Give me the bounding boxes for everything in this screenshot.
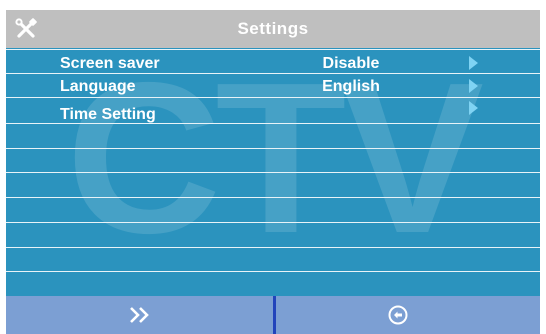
bottom-toolbar bbox=[6, 296, 540, 334]
settings-screen: CTV Settings Screen saver Disable Langua… bbox=[6, 10, 540, 334]
menu-item-screen-saver[interactable]: Screen saver Disable bbox=[6, 52, 540, 75]
page-title: Settings bbox=[237, 19, 309, 38]
row-divider bbox=[6, 148, 540, 149]
return-icon bbox=[388, 305, 408, 325]
row-divider bbox=[6, 172, 540, 173]
row-divider bbox=[6, 271, 540, 272]
back-button[interactable] bbox=[276, 296, 540, 334]
row-divider bbox=[6, 222, 540, 223]
double-chevron-right-icon bbox=[130, 307, 149, 323]
menu-item-value: Disable bbox=[322, 55, 380, 72]
next-page-button[interactable] bbox=[6, 296, 273, 334]
arrow-right-icon[interactable] bbox=[469, 79, 478, 93]
menu-item-value: English bbox=[322, 78, 380, 95]
row-divider bbox=[6, 49, 540, 50]
menu-item-language[interactable]: Language English bbox=[6, 75, 540, 98]
title-bar: Settings bbox=[6, 10, 540, 48]
row-divider bbox=[6, 247, 540, 248]
menu-item-value bbox=[296, 103, 406, 126]
arrow-right-icon[interactable] bbox=[469, 101, 478, 115]
menu-item-time-setting[interactable]: Time Setting bbox=[6, 101, 540, 126]
menu-item-label: Screen saver bbox=[60, 55, 160, 72]
arrow-right-icon[interactable] bbox=[469, 56, 478, 70]
menu-item-label: Time Setting bbox=[60, 106, 156, 123]
menu-item-label: Language bbox=[60, 78, 136, 95]
row-divider bbox=[6, 197, 540, 198]
